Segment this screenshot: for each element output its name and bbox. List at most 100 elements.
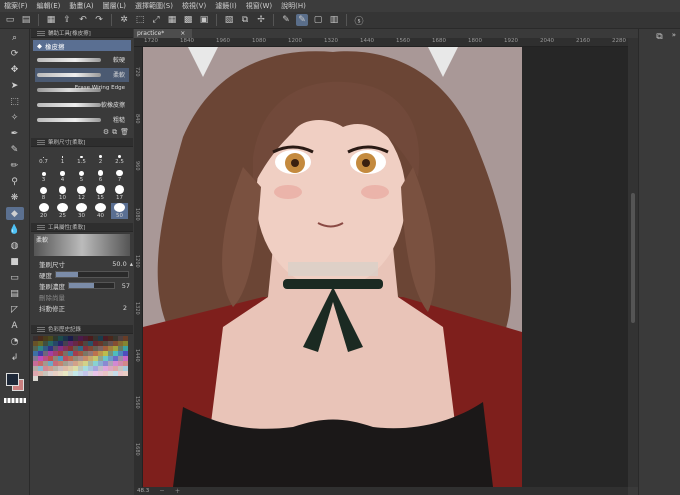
close-icon[interactable]: × [180, 30, 185, 37]
panel-collapse-icon[interactable]: » [672, 31, 676, 39]
spinner-icon[interactable]: ▴ [130, 260, 133, 268]
menu-filter[interactable]: 濾鏡(I) [215, 1, 237, 11]
transform-icon[interactable]: ⤢ [150, 14, 162, 26]
subtool-copy-icon[interactable]: ⧉ [112, 128, 117, 138]
brush-item[interactable]: Erase Wiring Edge [35, 83, 129, 97]
menu-edit[interactable]: 編輯(E) [37, 1, 61, 11]
brush-item-selected[interactable]: 柔軟 [35, 68, 129, 82]
menu-help[interactable]: 說明(H) [281, 1, 306, 11]
density-value[interactable]: 57 [122, 282, 130, 290]
brush-size-panel-header[interactable]: 筆刷尺寸[柔軟] [31, 138, 133, 147]
hardness-row[interactable]: 硬度 [31, 269, 133, 280]
menu-window[interactable]: 視窗(W) [246, 1, 272, 11]
brush-size-value[interactable]: 50.0 [112, 260, 126, 268]
correct-line-icon[interactable]: ↲ [6, 351, 24, 364]
layer-mask-icon[interactable]: ▥ [328, 14, 340, 26]
export-icon[interactable]: ⇪ [61, 14, 73, 26]
fill-icon[interactable]: ▣ [198, 14, 210, 26]
menu-file[interactable]: 檔案(F) [4, 1, 28, 11]
zoom-out-icon[interactable]: － [159, 487, 165, 495]
eraser-icon[interactable]: ◆ [5, 207, 24, 220]
settings-icon[interactable]: ✲ [118, 14, 130, 26]
brush-size-row[interactable]: 筆刷尺寸 50.0 ▴ [31, 258, 133, 269]
brush-size-option[interactable]: 0.7 [35, 149, 52, 165]
subtool-delete-icon[interactable]: 🗑 [120, 128, 129, 138]
vertical-scrollbar[interactable] [628, 38, 638, 487]
subtool-group-eraser[interactable]: ◆ 橡皮擦 [33, 40, 131, 51]
menu-selection[interactable]: 選擇範圍(S) [135, 1, 173, 11]
figure-icon[interactable]: ▭ [6, 271, 24, 284]
brush-size-option[interactable]: 2.5 [111, 149, 128, 165]
move-icon[interactable]: ✥ [6, 63, 24, 76]
brush-size-option[interactable]: 12 [73, 185, 90, 201]
rotate-icon[interactable]: ⟳ [6, 47, 24, 60]
undo-icon[interactable]: ↶ [77, 14, 89, 26]
lasso-icon[interactable]: ⬚ [6, 95, 24, 108]
brush-size-option[interactable]: 15 [92, 185, 109, 201]
gradient-icon[interactable]: ■ [6, 255, 24, 268]
brush-size-option[interactable]: 3 [35, 167, 52, 183]
color-history-panel-header[interactable]: 色彩歷史記錄 [31, 325, 133, 334]
snap-icon[interactable]: ⧉ [239, 14, 251, 26]
document-tab[interactable]: practice* × [134, 29, 192, 38]
density-row[interactable]: 筆刷濃度 57 [31, 280, 133, 291]
brush-item[interactable]: 粗糙 [35, 113, 129, 127]
brush-size-option[interactable]: 17 [111, 185, 128, 201]
brush-size-option[interactable]: 1 [54, 149, 71, 165]
help-icon[interactable]: ⓢ [353, 14, 365, 27]
brush-size-option[interactable]: 6 [92, 167, 109, 183]
grip-icon[interactable] [37, 139, 45, 145]
brush-icon[interactable]: ⚲ [6, 175, 24, 188]
subtool-settings-icon[interactable]: ⚙ [103, 128, 109, 138]
brush-size-option[interactable]: 8 [35, 185, 52, 201]
eyedropper-icon[interactable]: ✒ [6, 127, 24, 140]
scroll-thumb[interactable] [631, 193, 635, 323]
grip-icon[interactable] [37, 30, 45, 36]
ruler-icon[interactable]: ▧ [223, 14, 235, 26]
brush-size-option[interactable]: 30 [73, 203, 90, 219]
brush-size-option[interactable]: 7 [111, 167, 128, 183]
direction-row[interactable]: 刪除尚量 [31, 291, 133, 302]
subtool-panel-header[interactable]: 輔助工具[橡皮擦] [31, 29, 133, 38]
selection-icon[interactable]: ⬚ [134, 14, 146, 26]
brush-size-option[interactable]: 2 [92, 149, 109, 165]
open-icon[interactable]: ▤ [20, 14, 32, 26]
stabilization-value[interactable]: 2 [123, 304, 127, 312]
blend-icon[interactable]: 💧 [6, 223, 24, 236]
airbrush-icon[interactable]: ❋ [6, 191, 24, 204]
pen-tool-icon[interactable]: ✎ [6, 143, 24, 156]
auto-select-icon[interactable]: ✧ [6, 111, 24, 124]
color-swatch[interactable] [33, 376, 38, 381]
balloon-icon[interactable]: ◔ [6, 335, 24, 348]
text-icon[interactable]: A [6, 319, 24, 332]
main-color[interactable] [5, 373, 19, 386]
zoom-in-icon[interactable]: ＋ [175, 487, 181, 495]
grip-icon[interactable] [37, 224, 45, 230]
crosshair-icon[interactable]: ✢ [255, 14, 267, 26]
density-slider[interactable] [68, 282, 115, 289]
brush-size-option[interactable]: 20 [35, 203, 52, 219]
save-icon[interactable]: ▦ [45, 14, 57, 26]
main-color-swatch[interactable] [5, 373, 24, 391]
brush-size-option[interactable]: 4 [54, 167, 71, 183]
ruler-tool-icon[interactable]: ◸ [6, 303, 24, 316]
frame-icon[interactable]: ▢ [312, 14, 324, 26]
grid-icon[interactable]: ▦ [166, 14, 178, 26]
tool-property-panel-header[interactable]: 工具屬性[柔軟] [31, 223, 133, 232]
zoom-value[interactable]: 48.3 [137, 488, 149, 494]
frame-border-icon[interactable]: ▤ [6, 287, 24, 300]
pen-active-icon[interactable]: ✎ [296, 14, 308, 26]
pen-icon[interactable]: ✎ [280, 14, 292, 26]
pencil-icon[interactable]: ✏ [6, 159, 24, 172]
brush-size-option[interactable]: 10 [54, 185, 71, 201]
menu-animation[interactable]: 動畫(A) [69, 1, 93, 11]
canvas-area[interactable] [143, 47, 628, 487]
layer-icon[interactable]: ▩ [182, 14, 194, 26]
brush-size-option[interactable]: 25 [54, 203, 71, 219]
operation-icon[interactable]: ➤ [6, 79, 24, 92]
new-icon[interactable]: ▭ [4, 14, 16, 26]
fill-tool-icon[interactable]: ◍ [6, 239, 24, 252]
redo-icon[interactable]: ↷ [93, 14, 105, 26]
panel-toggle-icon[interactable]: ⧉ [654, 31, 666, 43]
artwork[interactable] [143, 47, 522, 487]
